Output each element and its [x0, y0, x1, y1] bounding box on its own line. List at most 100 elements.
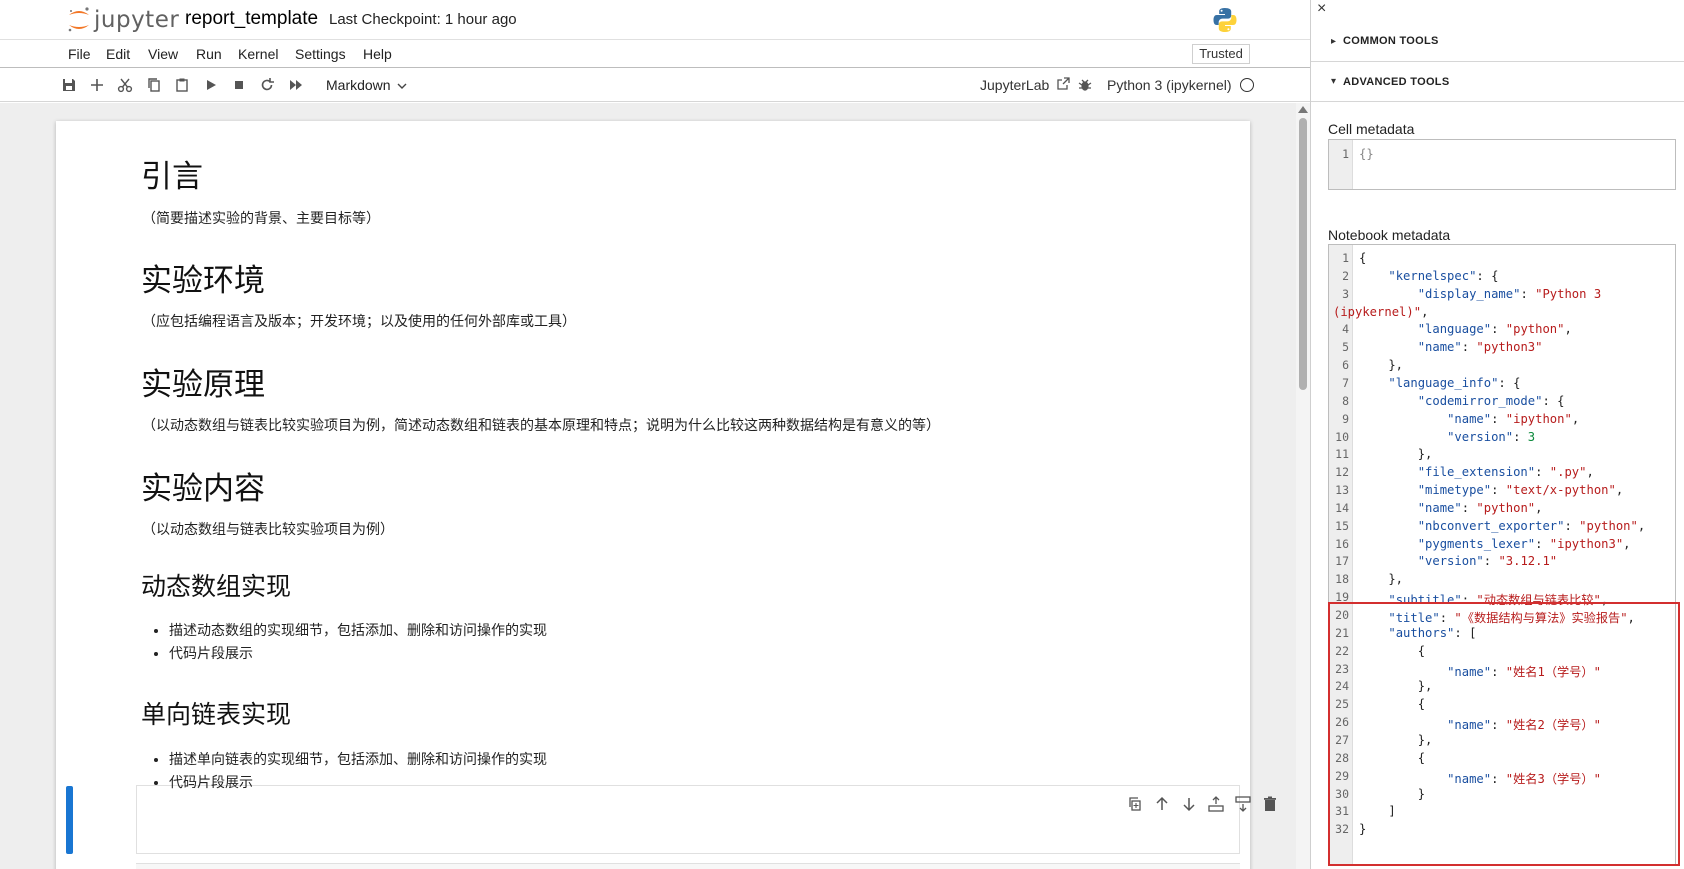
move-down-icon[interactable] — [1180, 795, 1198, 813]
code-line: "language": "python", — [1417, 322, 1572, 337]
cell-type-value: Markdown — [326, 77, 391, 93]
kernel-status-icon — [1240, 78, 1254, 92]
heading-linked-list: 单向链表实现 — [141, 700, 292, 729]
list-item: 代码片段展示 — [169, 642, 547, 665]
code-line: "codemirror_mode": { — [1417, 393, 1565, 408]
notebook-toolbar: Markdown JupyterLab Python 3 (ipykernel) — [0, 68, 1310, 102]
line-number: 10 — [1335, 429, 1349, 444]
insert-above-icon[interactable] — [1207, 795, 1225, 813]
code-line: (ipykernel)", — [1333, 304, 1429, 319]
jupyterlab-label: JupyterLab — [980, 77, 1050, 93]
line-number: 17 — [1335, 554, 1349, 569]
line-number: 7 — [1342, 375, 1349, 390]
common-tools-section[interactable]: ▸ COMMON TOOLS — [1311, 20, 1684, 62]
scrollbar-thumb[interactable] — [1299, 118, 1307, 390]
heading-content: 实验内容 — [141, 471, 265, 507]
notebook-document: 引言 （简要描述实验的背景、主要目标等） 实验环境 （应包括编程语言及版本；开发… — [56, 121, 1276, 869]
delete-icon[interactable] — [1261, 795, 1279, 813]
insert-below-icon[interactable] — [1234, 795, 1252, 813]
code-line: }, — [1359, 447, 1433, 462]
cut-icon[interactable] — [116, 76, 134, 94]
caret-down-icon: ▾ — [1331, 76, 1337, 87]
code-line: }, — [1359, 572, 1404, 587]
code-line: "nbconvert_exporter": "python", — [1417, 518, 1646, 533]
close-icon[interactable]: × — [1317, 0, 1326, 18]
paste-icon[interactable] — [173, 76, 191, 94]
paragraph-intro: （简要描述实验的背景、主要目标等） — [142, 210, 380, 226]
caret-right-icon: ▸ — [1331, 36, 1337, 47]
jupyter-logo[interactable]: jupyter — [66, 6, 180, 34]
menu-help[interactable]: Help — [363, 46, 392, 62]
line-number: 2 — [1342, 268, 1349, 283]
menu-settings[interactable]: Settings — [295, 46, 346, 62]
chevron-down-icon — [397, 83, 407, 89]
code-line: "pygments_lexer": "ipython3", — [1417, 536, 1631, 551]
line-number: 6 — [1342, 358, 1349, 373]
bug-icon[interactable] — [1077, 77, 1093, 93]
code-line: "name": "python3" — [1417, 340, 1543, 355]
menu-file[interactable]: File — [68, 46, 91, 62]
scroll-up-arrow[interactable] — [1298, 106, 1308, 113]
line-number: 18 — [1335, 572, 1349, 587]
advanced-tools-label: ADVANCED TOOLS — [1343, 76, 1450, 88]
checkpoint-status: Last Checkpoint: 1 hour ago — [329, 11, 517, 28]
list-dynamic-array: 描述动态数组的实现细节，包括添加、删除和访问操作的实现 代码片段展示 — [169, 619, 547, 665]
add-cell-icon[interactable] — [88, 76, 106, 94]
code-line: { — [1359, 251, 1367, 265]
kernel-name[interactable]: Python 3 (ipykernel) — [1107, 77, 1232, 93]
restart-icon[interactable] — [258, 76, 276, 94]
list-item: 描述单向链表的实现细节，包括添加、删除和访问操作的实现 — [169, 748, 547, 771]
line-number: 12 — [1335, 465, 1349, 480]
list-linked-list: 描述单向链表的实现细节，包括添加、删除和访问操作的实现 代码片段展示 — [169, 748, 547, 794]
code-line: }, — [1359, 358, 1404, 373]
list-item: 描述动态数组的实现细节，包括添加、删除和访问操作的实现 — [169, 619, 547, 642]
move-up-icon[interactable] — [1153, 795, 1171, 813]
paragraph-principle: （以动态数组与链表比较实验项目为例，简述动态数组和链表的基本原理和特点；说明为什… — [142, 417, 940, 433]
line-number: 8 — [1342, 393, 1349, 408]
code-line: "name": "ipython", — [1447, 411, 1580, 426]
list-item: 代码片段展示 — [169, 771, 547, 794]
paragraph-content: （以动态数组与链表比较实验项目为例） — [142, 521, 394, 537]
run-icon[interactable] — [202, 76, 220, 94]
line-number: 14 — [1335, 500, 1349, 515]
fast-forward-icon[interactable] — [287, 76, 305, 94]
line-number: 15 — [1335, 518, 1349, 533]
next-cell[interactable] — [136, 863, 1240, 869]
code-line: "file_extension": ".py", — [1417, 465, 1594, 480]
line-number: 1 — [1342, 147, 1349, 161]
menu-view[interactable]: View — [148, 46, 178, 62]
cell-metadata-code: {} — [1359, 147, 1374, 161]
line-number: 16 — [1335, 536, 1349, 551]
highlight-box — [1328, 602, 1680, 866]
line-number: 11 — [1335, 447, 1349, 462]
cell-type-select[interactable]: Markdown — [326, 77, 407, 93]
notebook-name[interactable]: report_template — [185, 8, 318, 30]
menu-run[interactable]: Run — [196, 46, 222, 62]
active-cell-indicator — [66, 786, 73, 854]
copy-icon[interactable] — [145, 76, 163, 94]
active-markdown-cell[interactable] — [136, 785, 1240, 854]
trusted-indicator[interactable]: Trusted — [1192, 44, 1250, 64]
common-tools-label: COMMON TOOLS — [1343, 35, 1439, 47]
line-number: 9 — [1342, 411, 1349, 426]
code-line: "mimetype": "text/x-python", — [1417, 483, 1624, 498]
menu-edit[interactable]: Edit — [106, 46, 130, 62]
code-line: "language_info": { — [1388, 375, 1521, 390]
advanced-tools-section[interactable]: ▾ ADVANCED TOOLS — [1311, 62, 1684, 102]
jupyter-logo-icon — [68, 7, 89, 32]
menu-kernel[interactable]: Kernel — [238, 46, 278, 62]
line-number: 3 — [1342, 286, 1349, 301]
duplicate-icon[interactable] — [1126, 795, 1144, 813]
heading-principle: 实验原理 — [141, 367, 265, 403]
line-number: 1 — [1342, 251, 1349, 265]
python-logo-icon — [1213, 8, 1237, 32]
stop-icon[interactable] — [230, 76, 248, 94]
logo-text: jupyter — [94, 7, 180, 33]
cell-metadata-label: Cell metadata — [1328, 121, 1415, 137]
save-icon[interactable] — [60, 76, 78, 94]
code-line: "display_name": "Python 3 — [1417, 286, 1602, 301]
jupyterlab-link[interactable]: JupyterLab — [980, 77, 1070, 93]
cell-metadata-editor[interactable]: 1 {} — [1328, 139, 1676, 190]
line-number: 4 — [1342, 322, 1349, 337]
notebook-metadata-label: Notebook metadata — [1328, 227, 1451, 243]
